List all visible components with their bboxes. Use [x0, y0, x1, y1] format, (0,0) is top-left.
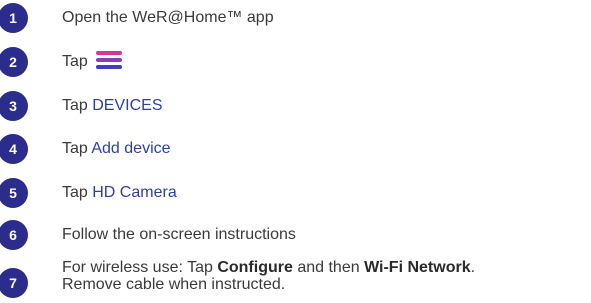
wifi-network-keyword: Wi-Fi Network — [364, 259, 471, 276]
step-text: Tap HD Camera — [62, 184, 177, 202]
step-text: Tap Add device — [62, 140, 171, 158]
setup-steps-list: 1 Open the WeR@Home™ app 2 Tap 3 Tap DEV… — [0, 0, 591, 303]
sentence-end: . — [470, 259, 476, 276]
wireless-instruction-mid: and then — [297, 259, 360, 276]
menu-icon-line-bottom — [95, 65, 122, 69]
step-number-badge: 5 — [0, 178, 28, 208]
step-text: Tap — [62, 51, 122, 71]
step-text: Tap DEVICES — [62, 97, 163, 115]
hd-camera-keyword: HD Camera — [92, 184, 177, 201]
step-text: Follow the on-screen instructions — [62, 226, 296, 243]
tap-label: Tap — [62, 184, 88, 201]
step-number-badge: 1 — [0, 3, 28, 33]
step-number-badge: 2 — [0, 47, 28, 77]
add-device-keyword: Add device — [91, 140, 171, 157]
step-number-badge: 7 — [0, 268, 28, 298]
menu-icon-line-top — [95, 51, 122, 55]
step-number-badge: 6 — [0, 220, 28, 250]
hamburger-menu-icon — [95, 51, 122, 69]
wireless-instruction-prefix: For wireless use: Tap — [62, 259, 213, 276]
step-text-line-2: Remove cable when instructed. — [62, 276, 286, 293]
configure-keyword: Configure — [217, 259, 293, 276]
tap-label: Tap — [62, 97, 88, 114]
devices-keyword: DEVICES — [92, 97, 163, 114]
step-text: Open the WeR@Home™ app — [62, 9, 274, 26]
tap-label: Tap — [62, 53, 88, 71]
menu-icon-line-middle — [95, 58, 122, 62]
step-text-line-1: For wireless use: Tap Configure and then… — [62, 259, 475, 277]
step-number-badge: 3 — [0, 91, 28, 121]
step-number-badge: 4 — [0, 134, 28, 164]
tap-label: Tap — [62, 140, 88, 157]
